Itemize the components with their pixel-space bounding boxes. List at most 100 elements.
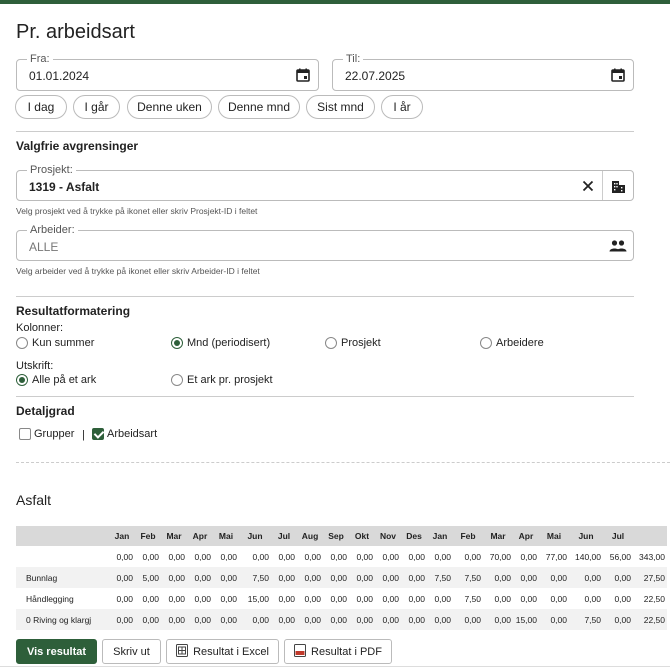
project-field[interactable]: Prosjekt: 1319 - Asfalt	[16, 164, 634, 201]
table-cell: 7,50	[569, 609, 603, 630]
table-cell: 7,50	[453, 567, 483, 588]
table-cell: 0,00	[271, 567, 297, 588]
table-cell: 0,00	[297, 609, 323, 630]
table-row: Bunnlag 0,00 5,00 0,00 0,00 0,00 7,50 0,00 0,00 0…	[16, 567, 667, 588]
people-icon[interactable]	[609, 237, 627, 255]
table-cell: 0,00	[109, 567, 135, 588]
quick-range-this-year[interactable]: I år	[381, 95, 423, 119]
table-cell: 0,00	[539, 609, 569, 630]
checkbox-groups[interactable]: Grupper	[19, 428, 74, 440]
table-cell: 0,00	[453, 609, 483, 630]
divider	[16, 131, 634, 132]
print-button[interactable]: Skriv ut	[102, 639, 161, 664]
table-cell: 0,00	[520, 593, 537, 604]
pdf-button-label: Resultat i PDF	[311, 645, 382, 658]
excel-button[interactable]: Resultat i Excel	[166, 639, 279, 664]
radio-circle-selected[interactable]	[16, 374, 28, 386]
calendar-icon[interactable]	[609, 66, 627, 84]
radio-columns-sums-only[interactable]: Kun summer	[16, 337, 94, 349]
checkbox-workkind[interactable]: Arbeidsart	[92, 428, 157, 440]
row-label	[16, 546, 109, 567]
table-cell: 0,00	[464, 551, 481, 562]
radio-circle[interactable]	[171, 374, 183, 386]
table-cell: 0,00	[382, 551, 399, 562]
project-value: 1319 - Asfalt	[29, 180, 100, 194]
table-header-cell: Mai	[539, 526, 569, 546]
table-cell: 0,00	[434, 551, 451, 562]
table-cell: 0,00	[520, 551, 537, 562]
table-header-cell: Nov	[375, 526, 401, 546]
date-from-field[interactable]: Fra: 01.01.2024	[16, 53, 319, 91]
quick-range-today[interactable]: I dag	[15, 95, 67, 119]
checkbox-label: Arbeidsart	[107, 428, 158, 440]
quick-range-last-month[interactable]: Sist mnd	[306, 95, 375, 119]
table-cell: 0,00	[239, 609, 271, 630]
table-cell: 0,00	[194, 551, 211, 562]
table-header-cell: Mar	[483, 526, 513, 546]
table-cell: 5,00	[135, 567, 161, 588]
table-cell: 0,00	[213, 567, 239, 588]
close-icon[interactable]	[579, 177, 597, 195]
table-cell: 0,00	[194, 593, 211, 604]
radio-columns-monthly[interactable]: Mnd (periodisert)	[171, 337, 270, 349]
top-accent-bar	[0, 0, 670, 4]
building-icon[interactable]	[609, 177, 627, 195]
table-header-cell: Jan	[109, 526, 135, 546]
row-label: Bunnlag	[16, 567, 109, 588]
pdf-button[interactable]: Resultat i PDF	[284, 639, 392, 664]
date-from-value: 01.01.2024	[29, 69, 90, 83]
table-cell: 0,00	[142, 593, 159, 604]
table-cell: 0,00	[349, 609, 375, 630]
show-result-button[interactable]: Vis resultat	[16, 639, 97, 664]
radio-circle[interactable]	[480, 337, 492, 349]
table-header-cell: Jul	[603, 526, 633, 546]
worker-field[interactable]: Arbeider: ALLE	[16, 224, 634, 261]
table-header-cell: Apr	[513, 526, 539, 546]
quick-range-this-week[interactable]: Denne uken	[127, 95, 212, 119]
table-cell: 70,00	[489, 551, 511, 562]
project-hint: Velg prosjekt ved å trykke på ikonet ell…	[16, 206, 258, 216]
project-label: Prosjekt:	[27, 164, 76, 176]
table-cell: 0,00	[109, 609, 135, 630]
date-to-field[interactable]: Til: 22.07.2025	[332, 53, 634, 91]
radio-output-sheet-per-project[interactable]: Et ark pr. prosjekt	[171, 374, 273, 386]
table-header-cell: Jul	[271, 526, 297, 546]
checkbox-box[interactable]	[19, 428, 31, 440]
section-divider	[16, 462, 670, 463]
columns-label: Kolonner:	[16, 322, 64, 334]
table-header-cell: Mar	[161, 526, 187, 546]
table-cell: 7,50	[239, 567, 271, 588]
table-cell: 0,00	[434, 593, 451, 604]
calendar-icon[interactable]	[294, 66, 312, 84]
checkbox-box-checked[interactable]	[92, 428, 104, 440]
radio-circle[interactable]	[16, 337, 28, 349]
table-cell: 0,00	[116, 593, 133, 604]
table-cell: 22,50	[633, 609, 667, 630]
table-cell: 0,00	[304, 593, 321, 604]
date-to-label: Til:	[343, 53, 364, 65]
radio-circle[interactable]	[325, 337, 337, 349]
radio-output-all-one-sheet[interactable]: Alle på et ark	[16, 374, 96, 386]
date-from-label: Fra:	[27, 53, 53, 65]
radio-circle-selected[interactable]	[171, 337, 183, 349]
table-cell: 0,00	[483, 609, 513, 630]
radio-label: Alle på et ark	[32, 374, 97, 386]
radio-columns-project[interactable]: Prosjekt	[325, 337, 381, 349]
radio-label: Prosjekt	[341, 337, 381, 349]
radio-columns-workers[interactable]: Arbeidere	[480, 337, 544, 349]
table-cell: 77,00	[545, 551, 567, 562]
table-cell: 0,00	[550, 593, 567, 604]
quick-range-yesterday[interactable]: I går	[73, 95, 120, 119]
table-cell: 0,00	[187, 567, 213, 588]
filters-heading: Valgfrie avgrensinger	[16, 139, 139, 153]
table-cell: 0,00	[356, 551, 373, 562]
table-cell: 0,00	[278, 593, 295, 604]
result-table: Jan Feb Mar Apr Mai Jun Jul Aug Sep Okt Nov Des Jan F…	[16, 526, 667, 630]
row-label: 0 Riving og klargj	[16, 609, 109, 630]
date-to-value: 22.07.2025	[345, 69, 406, 83]
divider	[16, 396, 634, 397]
table-row: 0 Riving og klargj 0,00 0,00 0,00 0,00 0,00 0,…	[16, 609, 667, 630]
quick-range-this-month[interactable]: Denne mnd	[218, 95, 300, 119]
table-header-cell: Sep	[323, 526, 349, 546]
output-label: Utskrift:	[16, 360, 54, 372]
